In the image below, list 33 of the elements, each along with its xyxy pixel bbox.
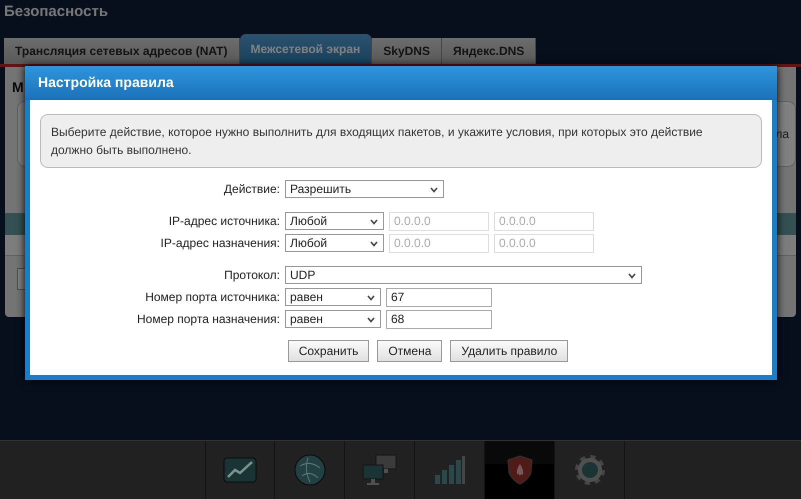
shield-icon [506, 455, 532, 485]
nav-tab[interactable] [205, 441, 275, 499]
field-label: Номер порта источника: [144, 290, 280, 304]
chevron-icon [370, 219, 378, 225]
dialog-button[interactable]: Сохранить [288, 340, 370, 362]
chevron-icon [370, 241, 378, 247]
chart-icon [223, 457, 257, 483]
dialog-button[interactable]: Отмена [377, 340, 442, 362]
chevron-icon [367, 295, 375, 301]
dialog-title: Настройка правила [25, 66, 777, 100]
field-label: Протокол: [223, 268, 280, 282]
chevron-icon [430, 187, 438, 193]
settings-icon [574, 454, 606, 486]
field-label: IP-адрес источника: [168, 214, 280, 228]
info-message: Выберите действие, которое нужно выполнить для входящих пакетов, и укажите условия, при которых это действие должно быть выполнено. [40, 114, 762, 168]
dropdown[interactable]: равен [285, 288, 381, 306]
field-label: Номер порта назначения: [136, 312, 280, 326]
dropdown[interactable]: UDP [285, 266, 642, 284]
input-field[interactable]: 68 [386, 310, 492, 328]
globe-icon [294, 454, 326, 486]
chevron-icon [367, 317, 375, 323]
chevron-icon [628, 273, 636, 279]
section-heading: М [12, 79, 24, 95]
dropdown[interactable]: равен [285, 310, 381, 328]
network-icon [360, 454, 398, 486]
input-field[interactable]: 67 [386, 288, 492, 306]
signal-icon [434, 455, 466, 485]
field-label: Действие: [222, 182, 280, 196]
page-title: Безопасность [3, 2, 110, 22]
dropdown[interactable]: Разрешить [285, 180, 444, 198]
nav-tab[interactable] [485, 441, 555, 499]
field-label: IP-адрес назначения: [160, 236, 280, 250]
dialog-button[interactable]: Удалить правило [450, 340, 568, 362]
